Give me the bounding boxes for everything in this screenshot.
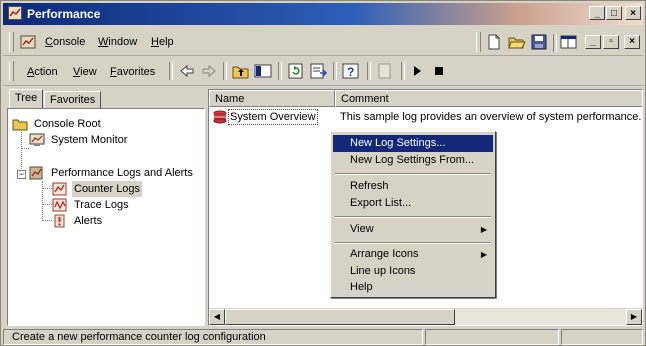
menu-item-export-list[interactable]: Export List... bbox=[333, 195, 493, 212]
mdi-close-button[interactable]: × bbox=[624, 35, 640, 49]
help-icon[interactable]: ? bbox=[341, 62, 361, 80]
context-menu: New Log Settings... New Log Settings Fro… bbox=[330, 131, 496, 298]
trace-logs-icon bbox=[52, 198, 67, 212]
status-panel bbox=[425, 329, 559, 345]
counter-logs-icon bbox=[52, 182, 67, 196]
console-tree: Console Root System Monitor − Performanc… bbox=[7, 108, 205, 326]
scroll-left-button[interactable]: ◀ bbox=[209, 309, 225, 325]
tree-node-label: Counter Logs bbox=[72, 181, 143, 197]
close-button[interactable]: × bbox=[625, 6, 641, 20]
toolbar-grip[interactable] bbox=[9, 61, 14, 81]
scroll-right-button[interactable]: ▶ bbox=[626, 309, 642, 325]
menu-item-new-log-settings-from[interactable]: New Log Settings From... bbox=[333, 152, 493, 169]
menu-favorites[interactable]: Favorites bbox=[110, 66, 155, 78]
toolbar-separator bbox=[367, 62, 371, 80]
tree-pane: Tree Favorites Console Root System Monit… bbox=[7, 89, 205, 326]
mdi-minimize-button[interactable]: _ bbox=[585, 35, 601, 49]
tree-connector bbox=[42, 181, 43, 221]
minimize-button[interactable]: _ bbox=[589, 6, 605, 20]
export-list-icon[interactable] bbox=[308, 62, 328, 80]
toolbar-separator bbox=[553, 34, 557, 52]
scroll-thumb[interactable] bbox=[225, 309, 455, 325]
menubar-grip[interactable] bbox=[9, 32, 14, 52]
forward-arrow-icon[interactable] bbox=[199, 62, 219, 80]
tree-node-label: Console Root bbox=[34, 118, 101, 130]
tree-node-label: Performance Logs and Alerts bbox=[51, 167, 193, 179]
toolbar-separator bbox=[278, 62, 282, 80]
back-arrow-icon[interactable] bbox=[177, 62, 197, 80]
performance-logs-icon bbox=[29, 166, 43, 180]
menu-item-help[interactable]: Help bbox=[333, 279, 493, 296]
horizontal-scrollbar[interactable]: ◀ ▶ bbox=[209, 308, 642, 325]
list-item[interactable]: System Overview This sample log provides… bbox=[209, 109, 642, 125]
menu-item-refresh[interactable]: Refresh bbox=[333, 178, 493, 195]
toolbar: Action View Favorites ? bbox=[3, 57, 643, 86]
start-icon[interactable] bbox=[407, 62, 427, 80]
menu-item-line-up-icons[interactable]: Line up Icons bbox=[333, 263, 493, 280]
tab-tree[interactable]: Tree bbox=[9, 89, 44, 108]
new-window-icon[interactable] bbox=[559, 33, 579, 51]
status-panel bbox=[561, 329, 643, 345]
menu-action[interactable]: Action bbox=[27, 66, 58, 78]
toolbar-separator bbox=[333, 62, 337, 80]
tree-connector bbox=[42, 188, 52, 189]
menu-item-new-log-settings[interactable]: New Log Settings... bbox=[333, 135, 493, 152]
submenu-arrow-icon: ▶ bbox=[480, 225, 487, 234]
open-folder-icon[interactable] bbox=[507, 33, 527, 51]
list-item-name: System Overview bbox=[228, 109, 318, 125]
console-icon[interactable] bbox=[20, 34, 36, 50]
column-header-comment[interactable]: Comment bbox=[335, 90, 642, 107]
up-one-level-icon[interactable] bbox=[231, 62, 251, 80]
maximize-button[interactable]: □ bbox=[606, 6, 622, 20]
list-item-comment: This sample log provides an overview of … bbox=[340, 111, 642, 123]
status-text: Create a new performance counter log con… bbox=[3, 329, 423, 345]
toolbar-separator bbox=[401, 62, 405, 80]
performance-app-icon bbox=[8, 6, 22, 20]
menu-view[interactable]: View bbox=[73, 66, 97, 78]
menu-separator bbox=[335, 216, 491, 218]
alerts-icon bbox=[54, 214, 65, 228]
log-icon bbox=[213, 110, 227, 124]
toolbar-separator bbox=[223, 62, 227, 80]
collapse-expander[interactable]: − bbox=[17, 170, 26, 179]
tree-connector bbox=[42, 204, 52, 205]
menu-item-label: View bbox=[350, 223, 374, 235]
folder-icon bbox=[12, 119, 28, 131]
menu-item-arrange-icons[interactable]: Arrange Icons ▶ bbox=[333, 246, 493, 263]
new-console-icon[interactable] bbox=[484, 33, 504, 51]
window-title: Performance bbox=[27, 7, 101, 21]
tab-favorites[interactable]: Favorites bbox=[44, 91, 102, 108]
mdi-restore-button[interactable]: ▫ bbox=[603, 35, 619, 49]
show-hide-tree-icon[interactable] bbox=[253, 62, 273, 80]
menu-window[interactable]: Window bbox=[98, 36, 137, 48]
tree-node-label: System Monitor bbox=[51, 134, 128, 146]
performance-window: Performance _ □ × Console Window Help _ … bbox=[0, 0, 646, 346]
tree-node-label: Alerts bbox=[74, 215, 103, 227]
tree-connector bbox=[42, 220, 52, 221]
menu-separator bbox=[335, 173, 491, 175]
tree-node-label: Trace Logs bbox=[74, 199, 129, 211]
properties-icon[interactable] bbox=[375, 62, 395, 80]
menu-item-view[interactable]: View ▶ bbox=[333, 221, 493, 238]
menu-help[interactable]: Help bbox=[151, 36, 174, 48]
tree-connector bbox=[21, 148, 29, 149]
menu-bar: Console Window Help _ ▫ × bbox=[3, 29, 643, 56]
refresh-icon[interactable] bbox=[286, 62, 306, 80]
status-bar: Create a new performance counter log con… bbox=[1, 329, 645, 345]
toolbar-grip[interactable] bbox=[476, 32, 481, 52]
menu-console[interactable]: Console bbox=[45, 36, 85, 48]
submenu-arrow-icon: ▶ bbox=[480, 250, 487, 259]
svg-text:?: ? bbox=[347, 65, 354, 79]
system-monitor-icon bbox=[29, 133, 45, 146]
stop-icon[interactable] bbox=[429, 62, 449, 80]
menu-item-label: Arrange Icons bbox=[350, 248, 419, 260]
toolbar-separator bbox=[169, 62, 173, 80]
column-header-name[interactable]: Name bbox=[209, 90, 335, 107]
menu-separator bbox=[335, 242, 491, 244]
title-bar[interactable]: Performance _ □ × bbox=[3, 3, 643, 25]
save-icon[interactable] bbox=[529, 33, 549, 51]
